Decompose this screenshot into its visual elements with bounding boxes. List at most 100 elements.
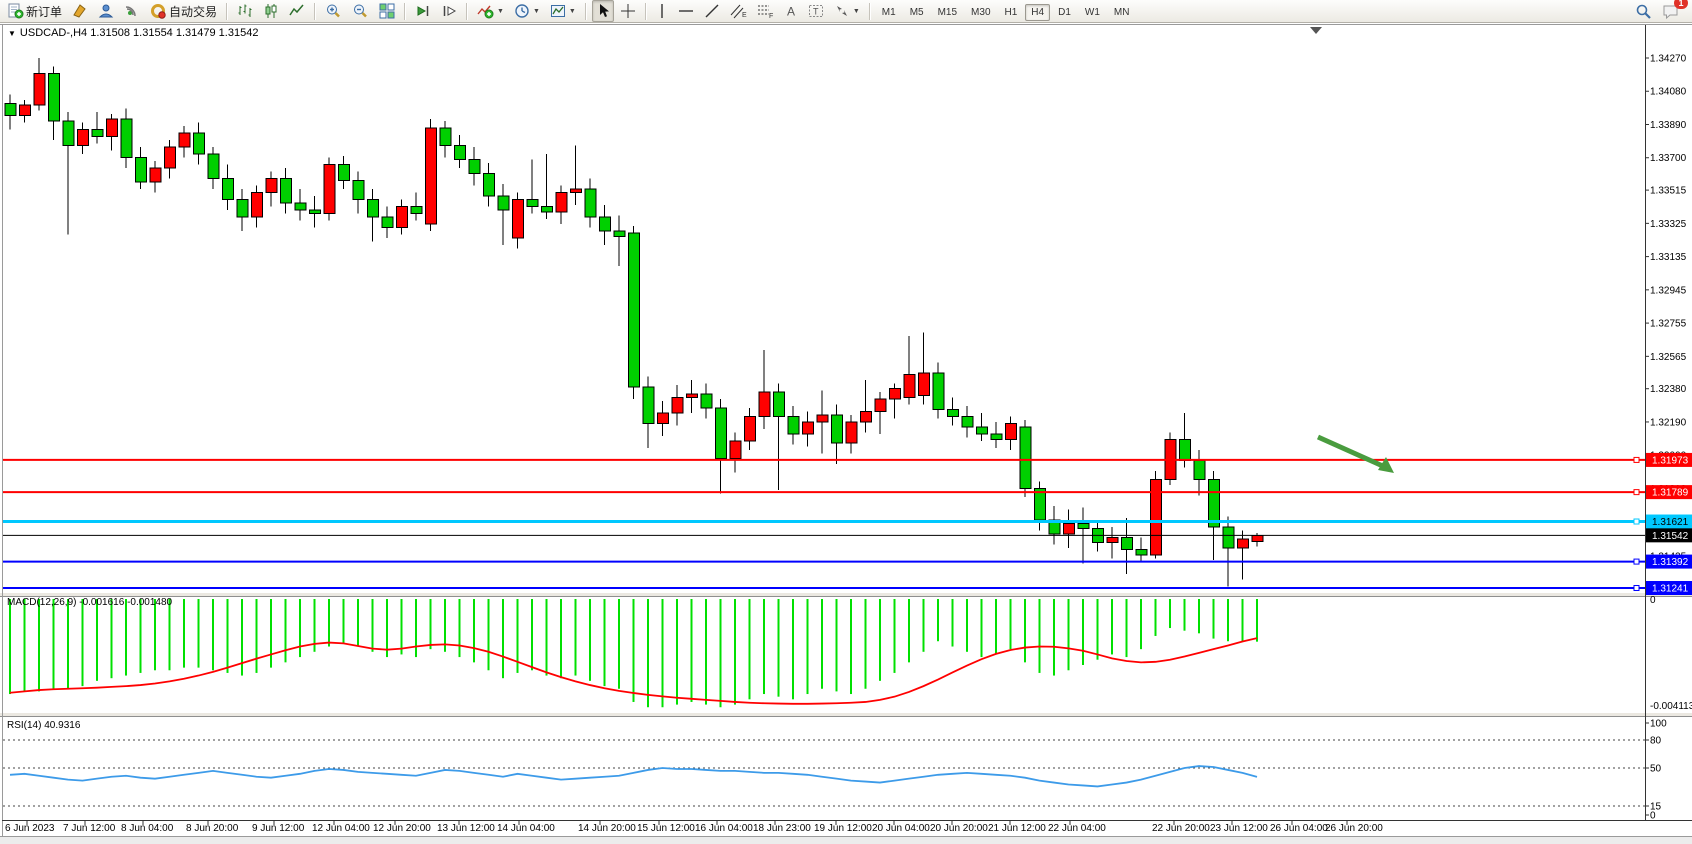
bull-candle: [1252, 535, 1263, 541]
symbol-dropdown-icon[interactable]: ▼: [8, 29, 16, 38]
cursor-icon: [596, 3, 610, 19]
timeframe-m15-button[interactable]: M15: [932, 4, 963, 21]
auto-scroll-button[interactable]: [411, 0, 435, 22]
bear-candle: [1136, 550, 1147, 555]
bar-chart-icon: [237, 3, 253, 19]
timeframe-m5-button[interactable]: M5: [904, 4, 930, 21]
time-axis-label: 23 Jun 12:00: [1210, 823, 1268, 834]
svg-text:T: T: [813, 7, 819, 17]
macd-indicator-label: MACD(12,26,9) -0.001616 -0.001480: [7, 597, 172, 608]
line-anchor-handle[interactable]: [1634, 519, 1639, 524]
trend-arrow[interactable]: [1318, 437, 1394, 473]
text-tool-button[interactable]: A: [780, 0, 802, 22]
signals-icon: [124, 3, 140, 19]
zoom-out-button[interactable]: [348, 0, 373, 22]
templates-button[interactable]: ▼: [546, 0, 580, 22]
trendline-tool-button[interactable]: [700, 0, 724, 22]
bear-candle: [411, 207, 422, 214]
bear-candle: [295, 203, 306, 210]
timeframe-h4-button[interactable]: H4: [1025, 4, 1050, 21]
bull-candle: [687, 394, 698, 397]
bear-candle: [368, 200, 379, 217]
bull-candle: [658, 413, 669, 423]
time-axis: 6 Jun 20237 Jun 12:008 Jun 04:008 Jun 20…: [5, 821, 1383, 834]
new-order-button[interactable]: 新订单: [3, 0, 66, 22]
bull-candle: [571, 189, 582, 192]
bear-candle: [948, 410, 959, 417]
time-axis-label: 12 Jun 20:00: [373, 823, 431, 834]
search-icon: [1635, 3, 1652, 20]
bear-candle: [92, 130, 103, 137]
bear-candle: [585, 189, 596, 217]
channel-tool-button[interactable]: E: [726, 0, 751, 22]
timeframe-d1-button[interactable]: D1: [1052, 4, 1077, 21]
bull-candle: [426, 128, 437, 224]
notifications-button[interactable]: 1: [1658, 0, 1684, 22]
bull-candle: [165, 147, 176, 168]
fibonacci-tool-button[interactable]: F: [753, 0, 778, 22]
bull-candle: [890, 389, 901, 399]
timeframe-m30-button[interactable]: M30: [965, 4, 996, 21]
trendline-icon: [704, 3, 720, 19]
candlestick-type-button[interactable]: [259, 0, 283, 22]
bear-candle: [1209, 480, 1220, 527]
bear-candle: [788, 417, 799, 434]
line-anchor-handle[interactable]: [1634, 586, 1639, 591]
price-axis-label: 1.32565: [1650, 352, 1687, 363]
rsi-line: [10, 766, 1257, 786]
arrows-tool-button[interactable]: ▼: [830, 0, 864, 22]
bar-chart-type-button[interactable]: [233, 0, 257, 22]
auto-trading-button[interactable]: 自动交易: [146, 0, 221, 22]
search-button[interactable]: [1631, 0, 1656, 22]
indicators-icon: [477, 3, 494, 19]
time-axis-label: 26 Jun 04:00: [1270, 823, 1328, 834]
bull-candle: [107, 119, 118, 136]
price-axis-label: 1.33890: [1650, 120, 1687, 131]
chevron-down-icon: ▼: [533, 8, 540, 15]
timeframe-h1-button[interactable]: H1: [999, 4, 1024, 21]
bear-candle: [5, 103, 16, 115]
chart-canvas[interactable]: 1.342701.340801.338901.337001.335151.333…: [0, 0, 1692, 844]
indicators-button[interactable]: ▼: [473, 0, 508, 22]
horizontal-line-tool-button[interactable]: [674, 0, 698, 22]
chart-shift-button[interactable]: [437, 0, 461, 22]
bear-candle: [194, 133, 205, 154]
vertical-line-tool-button[interactable]: [652, 0, 672, 22]
line-anchor-handle[interactable]: [1634, 457, 1639, 462]
svg-text:A: A: [787, 5, 795, 19]
time-axis-label: 22 Jun 20:00: [1152, 823, 1210, 834]
cursor-tool-button[interactable]: [592, 0, 614, 22]
notification-badge: 1: [1674, 0, 1688, 9]
svg-text:E: E: [742, 12, 747, 19]
bear-candle: [469, 159, 480, 173]
bear-candle: [208, 154, 219, 178]
crosshair-tool-button[interactable]: [616, 0, 640, 22]
timeframe-m1-button[interactable]: M1: [876, 4, 902, 21]
time-axis-label: 6 Jun 2023: [5, 823, 55, 834]
price-axis-label: 1.33700: [1650, 153, 1687, 164]
zoom-in-button[interactable]: [321, 0, 346, 22]
timeframe-mn-button[interactable]: MN: [1108, 4, 1136, 21]
line-anchor-handle[interactable]: [1634, 490, 1639, 495]
new-order-label: 新订单: [26, 3, 62, 20]
text-label-tool-button[interactable]: T: [804, 0, 828, 22]
chart-shift-marker[interactable]: [1310, 27, 1322, 34]
bull-candle: [1151, 480, 1162, 555]
chart-title: ▼USDCAD-,H4 1.31508 1.31554 1.31479 1.31…: [8, 27, 258, 39]
price-axis-label: 1.32755: [1650, 319, 1687, 330]
bull-candle: [846, 422, 857, 443]
tile-windows-button[interactable]: [375, 0, 399, 22]
periods-button[interactable]: ▼: [510, 0, 544, 22]
signals-button[interactable]: [120, 0, 144, 22]
line-anchor-handle[interactable]: [1634, 559, 1639, 564]
profiles-button[interactable]: [68, 0, 92, 22]
horizontal-line-icon: [678, 3, 694, 19]
price-axis-label: 1.33515: [1650, 186, 1687, 197]
svg-text:F: F: [769, 13, 773, 19]
market-watch-button[interactable]: [94, 0, 118, 22]
price-tag-label: 1.31789: [1652, 488, 1689, 499]
bear-candle: [136, 158, 147, 182]
bull-candle: [78, 130, 89, 146]
line-chart-type-button[interactable]: [285, 0, 309, 22]
timeframe-w1-button[interactable]: W1: [1079, 4, 1106, 21]
